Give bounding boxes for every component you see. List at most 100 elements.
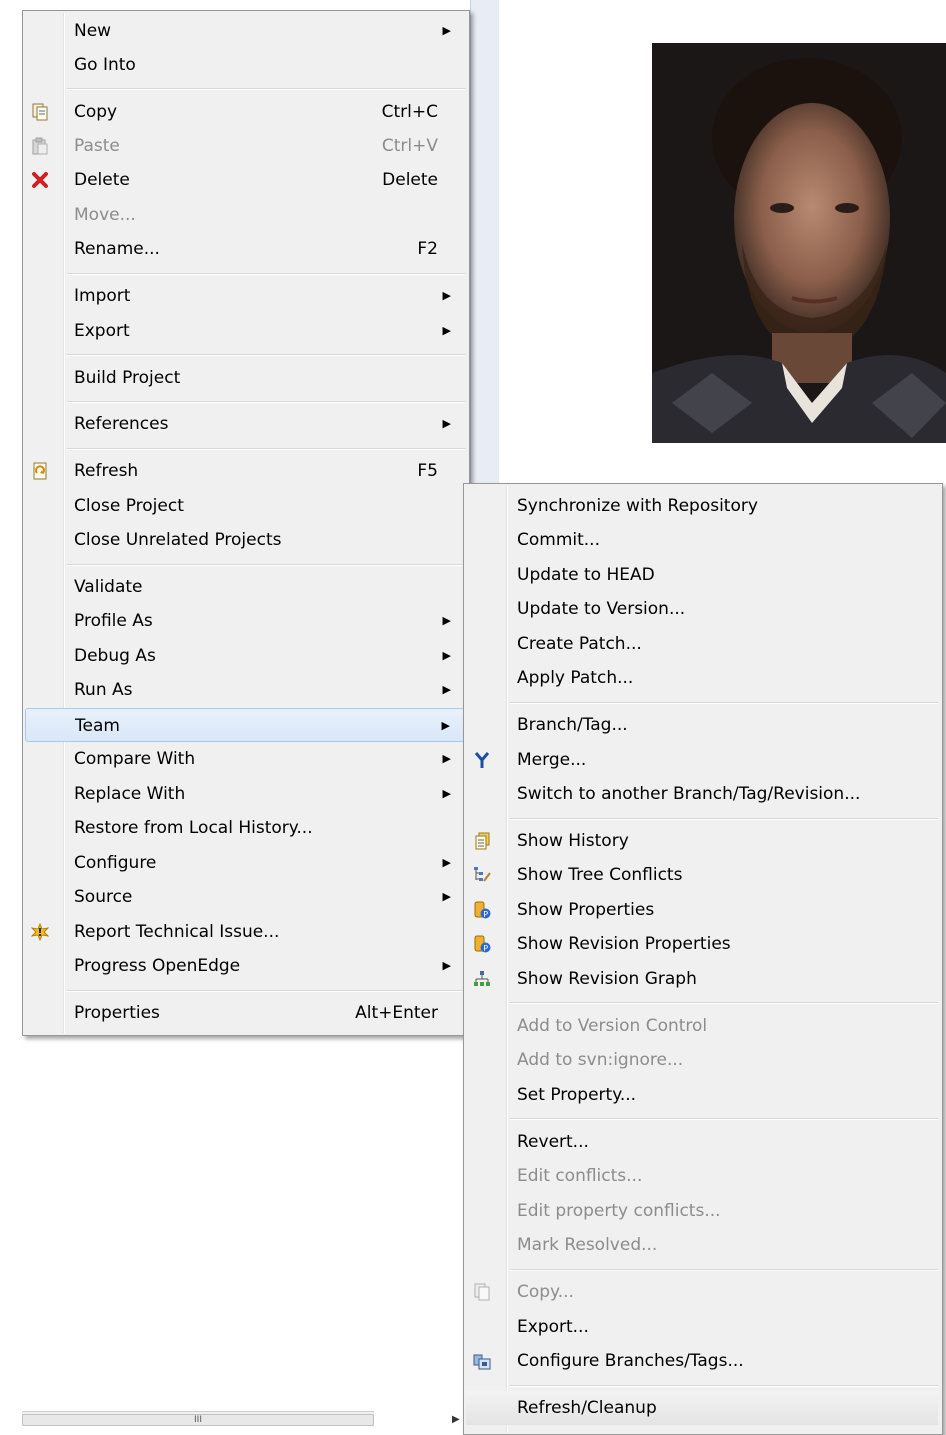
revision-properties-icon: P	[474, 935, 491, 953]
submenu-arrow-icon: ▶	[442, 787, 451, 800]
menu-item-team[interactable]: Team ▶	[25, 708, 465, 742]
menu-item-switch[interactable]: Switch to another Branch/Tag/Revision...	[466, 777, 938, 811]
menu-separator	[510, 1385, 938, 1387]
project-context-menu: New ▶ Go Into Copy Ctrl+C Paste Ctrl+V D…	[22, 10, 470, 1036]
menu-item-label: References	[74, 414, 169, 434]
menu-item-label: Show Revision Graph	[517, 969, 697, 989]
menu-item-create-patch[interactable]: Create Patch...	[466, 627, 938, 661]
menu-item-update-to-version[interactable]: Update to Version...	[466, 592, 938, 626]
menu-item-label: Validate	[74, 577, 143, 597]
menu-item-add-to-svn-ignore[interactable]: Add to svn:ignore...	[466, 1043, 938, 1077]
menu-item-paste[interactable]: Paste Ctrl+V	[25, 129, 465, 163]
menu-item-restore-local-history[interactable]: Restore from Local History...	[25, 811, 465, 845]
submenu-arrow-icon: ▶	[442, 890, 451, 903]
menu-item-close-unrelated-projects[interactable]: Close Unrelated Projects	[25, 523, 465, 557]
menu-item-new[interactable]: New ▶	[25, 14, 465, 48]
menu-item-label: Commit...	[517, 530, 600, 550]
submenu-arrow-icon: ▶	[442, 417, 451, 430]
menu-item-references[interactable]: References ▶	[25, 407, 465, 441]
menu-separator	[67, 990, 465, 992]
menu-item-label: Export...	[517, 1317, 589, 1337]
menu-separator	[67, 564, 465, 566]
menu-item-show-revision-properties[interactable]: P Show Revision Properties	[466, 927, 938, 961]
menu-item-show-properties[interactable]: P Show Properties	[466, 893, 938, 927]
menu-item-label: Show History	[517, 831, 629, 851]
menu-item-mark-resolved[interactable]: Mark Resolved...	[466, 1228, 938, 1262]
menu-item-branch-tag[interactable]: Branch/Tag...	[466, 708, 938, 742]
submenu-arrow-icon: ▶	[442, 649, 451, 662]
menu-item-add-to-version-control[interactable]: Add to Version Control	[466, 1009, 938, 1043]
menu-item-configure[interactable]: Configure ▶	[25, 846, 465, 880]
menu-item-label: Compare With	[74, 749, 196, 769]
menu-item-show-history[interactable]: Show History	[466, 824, 938, 858]
menu-separator	[67, 273, 465, 275]
menu-item-configure-branches-tags[interactable]: Configure Branches/Tags...	[466, 1344, 938, 1378]
svg-text:P: P	[483, 910, 488, 919]
menu-item-export[interactable]: Export ▶	[25, 314, 465, 348]
menu-item-merge[interactable]: Merge...	[466, 743, 938, 777]
menu-item-validate[interactable]: Validate	[25, 570, 465, 604]
menu-item-revert[interactable]: Revert...	[466, 1125, 938, 1159]
menu-item-label: Close Unrelated Projects	[74, 530, 282, 550]
menu-item-label: Restore from Local History...	[74, 818, 313, 838]
menu-item-label: Mark Resolved...	[517, 1235, 658, 1255]
copy-icon	[474, 1283, 490, 1301]
shortcut-text: Alt+Enter	[355, 1003, 438, 1023]
menu-item-commit[interactable]: Commit...	[466, 523, 938, 557]
menu-item-label: Import	[74, 286, 131, 306]
menu-item-move[interactable]: Move...	[25, 198, 465, 232]
delete-icon	[32, 172, 48, 188]
menu-item-debug-as[interactable]: Debug As ▶	[25, 639, 465, 673]
background-panel-edge	[470, 0, 499, 490]
menu-item-build-project[interactable]: Build Project	[25, 361, 465, 395]
menu-item-go-into[interactable]: Go Into	[25, 48, 465, 82]
menu-item-properties[interactable]: Properties Alt+Enter	[25, 996, 465, 1030]
menu-item-refresh[interactable]: Refresh F5	[25, 454, 465, 488]
menu-item-label: Edit conflicts...	[517, 1166, 643, 1186]
menu-item-label: Close Project	[74, 496, 184, 516]
menu-item-svn-copy[interactable]: Copy...	[466, 1275, 938, 1309]
menu-item-copy[interactable]: Copy Ctrl+C	[25, 95, 465, 129]
menu-item-progress-openedge[interactable]: Progress OpenEdge ▶	[25, 949, 465, 983]
menu-item-label: Branch/Tag...	[517, 715, 628, 735]
menu-item-update-to-head[interactable]: Update to HEAD	[466, 558, 938, 592]
menu-item-label: Paste	[74, 136, 120, 156]
menu-item-source[interactable]: Source ▶	[25, 880, 465, 914]
menu-item-synchronize[interactable]: Synchronize with Repository	[466, 489, 938, 523]
menu-item-svn-export[interactable]: Export...	[466, 1310, 938, 1344]
menu-item-apply-patch[interactable]: Apply Patch...	[466, 661, 938, 695]
shortcut-text: Ctrl+C	[381, 102, 438, 122]
history-icon	[475, 832, 490, 850]
shortcut-text: F2	[417, 239, 438, 259]
submenu-arrow-icon: ▶	[442, 324, 451, 337]
menu-item-label: Move...	[74, 205, 136, 225]
menu-item-delete[interactable]: Delete Delete	[25, 163, 465, 197]
menu-item-close-project[interactable]: Close Project	[25, 489, 465, 523]
submenu-arrow-icon: ▶	[441, 719, 450, 732]
menu-item-refresh-cleanup[interactable]: Refresh/Cleanup	[466, 1391, 938, 1425]
menu-item-compare-with[interactable]: Compare With ▶	[25, 742, 465, 776]
menu-item-label: Show Revision Properties	[517, 934, 731, 954]
menu-item-profile-as[interactable]: Profile As ▶	[25, 604, 465, 638]
menu-item-edit-conflicts[interactable]: Edit conflicts...	[466, 1159, 938, 1193]
menu-item-edit-property-conflicts[interactable]: Edit property conflicts...	[466, 1194, 938, 1228]
menu-item-run-as[interactable]: Run As ▶	[25, 673, 465, 707]
menu-item-label: Run As	[74, 680, 133, 700]
menu-item-label: Synchronize with Repository	[517, 496, 758, 516]
menu-item-rename[interactable]: Rename... F2	[25, 232, 465, 266]
menu-item-show-tree-conflicts[interactable]: Show Tree Conflicts	[466, 858, 938, 892]
menu-item-report-technical-issue[interactable]: Report Technical Issue...	[25, 915, 465, 949]
revision-graph-icon	[474, 971, 490, 986]
menu-item-set-property[interactable]: Set Property...	[466, 1078, 938, 1112]
refresh-icon	[33, 462, 47, 480]
menu-item-label: Progress OpenEdge	[74, 956, 241, 976]
menu-item-label: Configure	[74, 853, 157, 873]
scroll-right-arrow-icon[interactable]: ▶	[452, 1414, 460, 1425]
scrollbar-thumb[interactable]: III	[22, 1414, 374, 1426]
menu-item-import[interactable]: Import ▶	[25, 279, 465, 313]
shortcut-text: Ctrl+V	[381, 136, 438, 156]
menu-item-label: Refresh/Cleanup	[517, 1398, 657, 1418]
menu-item-show-revision-graph[interactable]: Show Revision Graph	[466, 962, 938, 996]
horizontal-scrollbar[interactable]: III	[22, 1411, 374, 1426]
menu-item-replace-with[interactable]: Replace With ▶	[25, 777, 465, 811]
